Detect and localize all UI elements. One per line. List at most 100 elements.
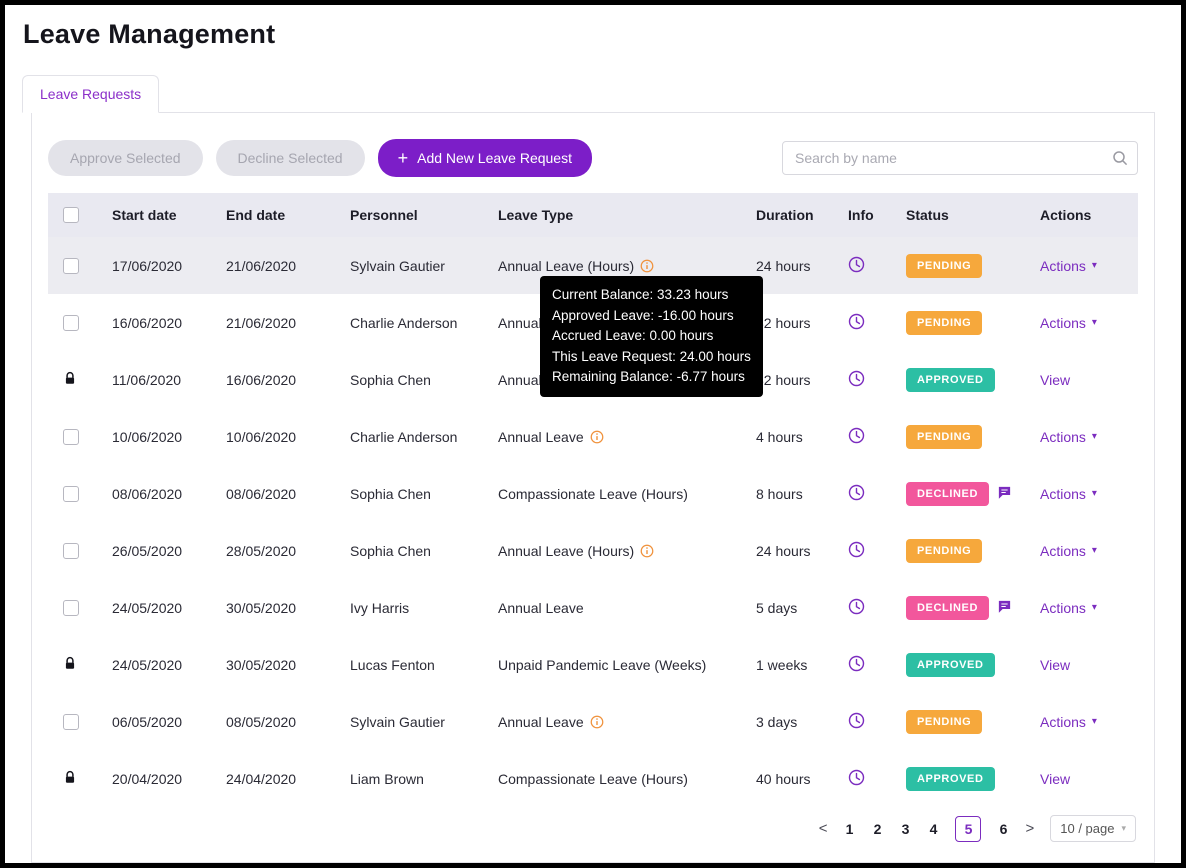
search-icon[interactable]: [1112, 150, 1128, 171]
leave-management-page: { "page": { "title": "Leave Management" …: [0, 0, 1186, 868]
toolbar: Approve Selected Decline Selected + Add …: [48, 129, 1138, 193]
action-link[interactable]: Actions ▾: [1032, 258, 1138, 274]
caret-down-icon: ▾: [1091, 602, 1097, 613]
action-label: Actions: [1040, 257, 1086, 274]
col-personnel: Personnel: [350, 207, 418, 223]
caret-down-icon: ▾: [1091, 317, 1097, 328]
table-header: Start date End date Personnel Leave Type…: [48, 193, 1138, 237]
search-box: [782, 141, 1138, 175]
personnel-cell: Sylvain Gautier: [350, 713, 445, 730]
comment-icon[interactable]: [997, 485, 1012, 503]
pagination-page-3[interactable]: 3: [899, 821, 911, 837]
action-link[interactable]: Actions ▾: [1032, 600, 1138, 616]
pagination-page-4[interactable]: 4: [927, 821, 939, 837]
duration-cell: 24 hours: [756, 257, 811, 274]
duration-cell: 3 days: [756, 713, 798, 730]
status-badge: DECLINED: [906, 595, 990, 620]
start-date-cell: 26/05/2020: [112, 542, 183, 559]
status-badge: PENDING: [906, 253, 983, 278]
tab-leave-requests[interactable]: Leave Requests: [22, 75, 160, 113]
pagination-pages: 123456: [843, 815, 1009, 842]
leave-type-text: Compassionate Leave (Hours): [498, 485, 688, 502]
info-icon[interactable]: [640, 259, 654, 273]
table-row: 24/05/2020 30/05/2020 Ivy Harris Annual …: [48, 579, 1138, 636]
select-all-checkbox[interactable]: [63, 207, 79, 223]
lock-icon: [63, 656, 77, 674]
personnel-cell: Sylvain Gautier: [350, 257, 445, 274]
clock-icon: [848, 712, 865, 729]
leave-type-text: Unpaid Pandemic Leave (Weeks): [498, 656, 707, 673]
tooltip-line: Accrued Leave: 0.00 hours: [552, 328, 714, 343]
personnel-cell: Lucas Fenton: [350, 656, 435, 673]
action-link[interactable]: Actions ▾: [1032, 486, 1138, 502]
clock-icon: [848, 427, 865, 444]
action-label: Actions: [1040, 713, 1086, 730]
col-duration: Duration: [756, 207, 814, 223]
tooltip-line: Approved Leave: -16.00 hours: [552, 307, 734, 323]
add-leave-request-button[interactable]: + Add New Leave Request: [377, 139, 592, 177]
leave-type-text: Annual Leave: [498, 599, 584, 616]
caret-down-icon: ▾: [1091, 431, 1097, 442]
pagination-page-5[interactable]: 5: [955, 815, 982, 842]
status-badge: PENDING: [906, 310, 983, 335]
col-info: Info: [848, 207, 874, 223]
clock-icon: [848, 370, 865, 387]
col-end-date: End date: [226, 207, 286, 223]
page-size-select[interactable]: 10 / page ▾: [1050, 815, 1136, 842]
status-badge: APPROVED: [906, 766, 995, 791]
plus-icon: +: [397, 148, 409, 168]
action-link[interactable]: Actions ▾: [1032, 429, 1138, 445]
action-link[interactable]: Actions ▾: [1032, 543, 1138, 559]
col-start-date: Start date: [112, 207, 177, 223]
action-link[interactable]: View ▾: [1032, 771, 1138, 787]
pagination-prev[interactable]: <: [819, 820, 828, 837]
clock-icon: [848, 256, 865, 273]
personnel-cell: Sophia Chen: [350, 485, 431, 502]
tooltip-line: Remaining Balance: -6.77 hours: [552, 369, 745, 384]
action-label: Actions: [1040, 428, 1086, 445]
start-date-cell: 10/06/2020: [112, 428, 183, 445]
decline-selected-button[interactable]: Decline Selected: [215, 140, 365, 176]
action-link[interactable]: Actions ▾: [1032, 315, 1138, 331]
pagination-next[interactable]: >: [1025, 820, 1034, 837]
action-label: View: [1040, 656, 1071, 673]
row-checkbox[interactable]: [63, 599, 79, 616]
end-date-cell: 28/05/2020: [226, 542, 297, 559]
duration-cell: 8 hours: [756, 485, 803, 502]
start-date-cell: 24/05/2020: [112, 656, 183, 673]
pagination-page-6[interactable]: 6: [997, 821, 1009, 837]
start-date-cell: 16/06/2020: [112, 314, 183, 331]
info-icon[interactable]: [590, 430, 604, 444]
action-label: Actions: [1040, 542, 1086, 559]
tooltip-line: Current Balance: 33.23 hours: [552, 287, 729, 302]
end-date-cell: 16/06/2020: [226, 371, 297, 388]
row-checkbox[interactable]: [63, 314, 79, 331]
row-checkbox[interactable]: [63, 542, 79, 559]
action-link[interactable]: View ▾: [1032, 372, 1138, 388]
leave-type-text: Annual Leave: [498, 428, 584, 445]
pagination-page-1[interactable]: 1: [843, 821, 855, 837]
pagination-page-2[interactable]: 2: [871, 821, 883, 837]
leave-type-text: Annual Leave (Hours): [498, 542, 635, 559]
leave-type-text: Annual Leave: [498, 713, 584, 730]
end-date-cell: 08/05/2020: [226, 713, 297, 730]
action-link[interactable]: Actions ▾: [1032, 714, 1138, 730]
row-checkbox[interactable]: [63, 428, 79, 445]
approve-selected-button[interactable]: Approve Selected: [48, 140, 203, 176]
page-size-caret-icon: ▾: [1121, 823, 1126, 833]
leave-type-text: Compassionate Leave (Hours): [498, 770, 688, 787]
comment-icon[interactable]: [997, 599, 1012, 617]
row-checkbox[interactable]: [63, 485, 79, 502]
end-date-cell: 21/06/2020: [226, 257, 297, 274]
row-checkbox[interactable]: [63, 713, 79, 730]
info-icon[interactable]: [640, 544, 654, 558]
action-link[interactable]: View ▾: [1032, 657, 1138, 673]
clock-icon: [848, 598, 865, 615]
personnel-cell: Sophia Chen: [350, 542, 431, 559]
table-row: 24/05/2020 30/05/2020 Lucas Fenton Unpai…: [48, 636, 1138, 693]
row-checkbox[interactable]: [63, 257, 79, 274]
info-icon[interactable]: [590, 715, 604, 729]
start-date-cell: 17/06/2020: [112, 257, 183, 274]
search-input[interactable]: [782, 141, 1138, 175]
duration-cell: 4 hours: [756, 428, 803, 445]
